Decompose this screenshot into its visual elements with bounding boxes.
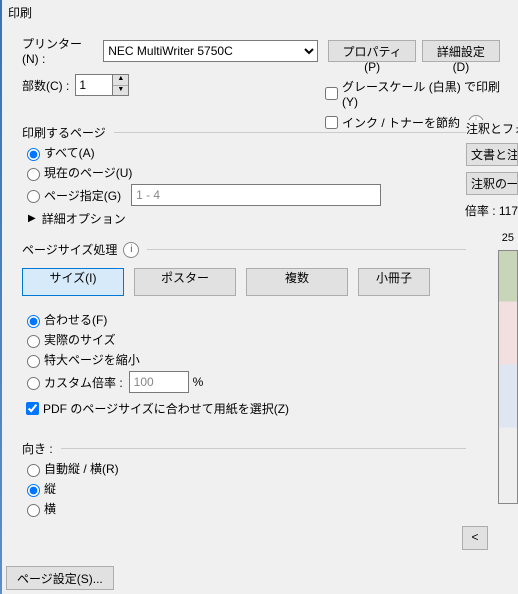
grayscale-label: グレースケール (白黒) で印刷(Y): [342, 78, 516, 109]
custom-scale-input[interactable]: [129, 371, 189, 393]
advanced-options-label: 詳細オプション: [42, 210, 126, 227]
copies-spinner[interactable]: ▲ ▼: [113, 74, 129, 96]
orientation-auto-radio[interactable]: [27, 464, 40, 477]
doc-annotations-select[interactable]: 文書と注: [466, 143, 518, 166]
tab-booklet[interactable]: 小冊子: [358, 268, 430, 296]
copies-input[interactable]: [75, 74, 113, 96]
dialog-title: 印刷: [0, 0, 518, 25]
preview-thumbnail: [498, 250, 518, 504]
choose-paper-label: PDF のページサイズに合わせて用紙を選択(Z): [43, 400, 289, 417]
copies-label: 部数(C) :: [22, 77, 69, 94]
fit-radio[interactable]: [27, 315, 40, 328]
tab-multiple[interactable]: 複数: [246, 268, 348, 296]
pages-range-label: ページ指定(G): [44, 187, 121, 204]
annotations-label: 注釈とフォ: [466, 120, 518, 137]
sizing-group-label: ページサイズ処理: [22, 241, 117, 258]
actual-size-label: 実際のサイズ: [44, 331, 116, 348]
orientation-auto-label: 自動縦 / 横(R): [44, 460, 119, 477]
page-setup-button[interactable]: ページ設定(S)...: [6, 566, 114, 590]
pages-current-radio[interactable]: [27, 168, 40, 181]
printer-label: プリンター(N) :: [22, 35, 97, 66]
orientation-landscape-label: 横: [44, 500, 56, 517]
pages-range-input[interactable]: [131, 184, 381, 206]
spin-up-icon[interactable]: ▲: [113, 75, 128, 86]
custom-scale-label: カスタム倍率 :: [44, 374, 123, 391]
orientation-landscape-radio[interactable]: [27, 504, 40, 517]
shrink-radio[interactable]: [27, 355, 40, 368]
triangle-right-icon: ▶: [28, 213, 36, 224]
info-icon[interactable]: i: [123, 242, 139, 258]
pages-current-label: 現在のページ(U): [44, 164, 132, 181]
advanced-options-toggle[interactable]: ▶ 詳細オプション: [28, 210, 500, 227]
printer-select[interactable]: NEC MultiWriter 5750C: [103, 40, 318, 62]
shrink-label: 特大ページを縮小: [44, 351, 140, 368]
grayscale-checkbox[interactable]: [325, 87, 338, 100]
percent-label: %: [193, 375, 204, 389]
zoom-label: 倍率 : 117: [465, 202, 518, 219]
pages-group-label: 印刷するページ: [22, 124, 106, 141]
save-ink-label: インク / トナーを節約: [342, 114, 460, 131]
properties-button[interactable]: プロパティ(P): [328, 40, 415, 62]
orientation-portrait-radio[interactable]: [27, 484, 40, 497]
spin-down-icon[interactable]: ▼: [113, 86, 128, 96]
pages-all-radio[interactable]: [27, 148, 40, 161]
actual-size-radio[interactable]: [27, 335, 40, 348]
annotations-options-button[interactable]: 注釈の一: [466, 172, 518, 195]
pages-range-radio[interactable]: [27, 190, 40, 203]
custom-scale-radio[interactable]: [27, 377, 40, 390]
prev-page-button[interactable]: <: [462, 526, 488, 550]
advanced-settings-button[interactable]: 詳細設定(D): [422, 40, 500, 62]
save-ink-checkbox[interactable]: [325, 116, 338, 129]
tab-size[interactable]: サイズ(I): [22, 268, 124, 296]
fit-label: 合わせる(F): [44, 311, 107, 328]
orientation-portrait-label: 縦: [44, 480, 56, 497]
choose-paper-checkbox[interactable]: [26, 402, 39, 415]
page-count-label: 25: [502, 232, 514, 244]
orientation-group-label: 向き :: [22, 440, 53, 457]
pages-all-label: すべて(A): [44, 144, 95, 161]
tab-poster[interactable]: ポスター: [134, 268, 236, 296]
